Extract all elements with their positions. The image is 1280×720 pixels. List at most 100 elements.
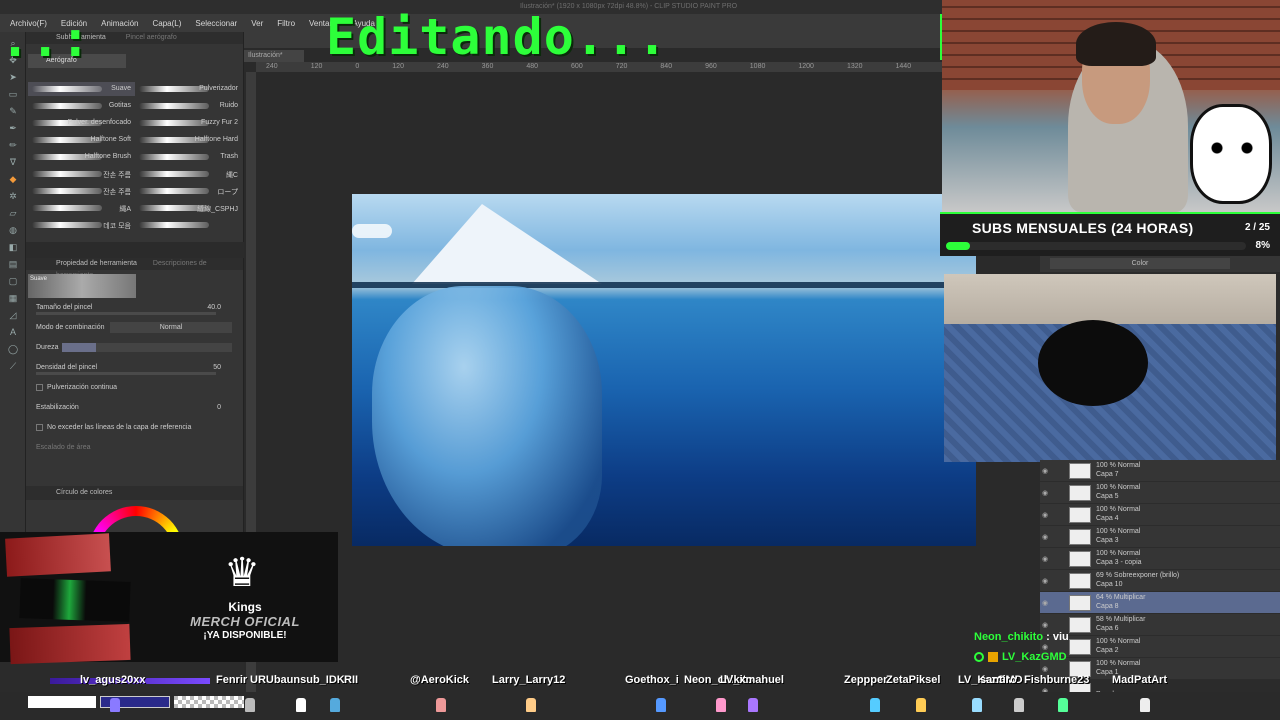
frame-icon[interactable]: ▦ [6, 292, 20, 304]
brush-preview-label: Suave [30, 276, 48, 282]
brush-item[interactable] [135, 218, 242, 232]
continuous-checkbox[interactable] [36, 383, 43, 391]
brush-label: 縫線_CSPHJ [197, 206, 238, 213]
cam-black-cat [1038, 320, 1148, 406]
stabilization-row[interactable]: Estabilización 0 [26, 398, 243, 418]
menu-view[interactable]: Ver [251, 19, 263, 28]
brush-item[interactable]: 縄C [135, 167, 242, 181]
tab-airbrush[interactable]: Pincel aerógrafo [126, 34, 177, 41]
pen-icon[interactable]: ✒ [6, 122, 20, 134]
viewer-avatar-icon [972, 698, 982, 712]
eyedropper-icon[interactable]: ✎ [6, 105, 20, 117]
merch-product-images [5, 533, 140, 665]
document-tab[interactable]: Ilustración* [244, 50, 304, 62]
subs-goal-bar [946, 242, 1246, 250]
brush-item[interactable]: 縫線_CSPHJ [135, 201, 242, 215]
stabilization-value[interactable]: 0 [217, 398, 221, 418]
brush-stroke-preview [32, 188, 102, 194]
viewer-avatar-icon [1058, 698, 1068, 712]
brush-item[interactable]: Gotitas [28, 99, 135, 113]
density-label: Densidad del pincel [36, 364, 98, 371]
artwork-iceberg[interactable] [352, 194, 976, 546]
density-slider[interactable] [36, 372, 216, 375]
layer-thumbnail [1069, 551, 1091, 567]
menu-filter[interactable]: Filtro [277, 19, 295, 28]
color-circle-tab[interactable]: Círculo de colores [26, 486, 243, 500]
layer-visibility-icon[interactable]: ◉ [1042, 599, 1048, 607]
viewer-avatar-icon [1140, 698, 1150, 712]
fill-icon[interactable]: ◧ [6, 241, 20, 253]
brush-item[interactable]: Fuzzy Fur 2 [135, 116, 242, 130]
layer-row[interactable]: ◉ 100 % Normal Capa 7 [1040, 460, 1280, 482]
layer-color-select[interactable]: Color [1050, 258, 1230, 269]
tool-column: ⌕ ✥ ➤ ▭ ✎ ✒ ✏ ᐁ ◆ ✲ ▱ ◍ ◧ ▤ ▢ ▦ ◿ A ◯ ⟋ [0, 32, 26, 532]
layer-row[interactable]: ◉ 100 % Normal Capa 5 [1040, 482, 1280, 504]
brush-size-value[interactable]: 40.0 [207, 298, 221, 318]
chat-username: LV_KazGMD [1002, 651, 1067, 663]
brush-stroke-preview [139, 154, 209, 160]
brush-item[interactable]: Trash [135, 150, 242, 164]
airbrush-icon[interactable]: ◆ [6, 173, 20, 185]
brush-stroke-preview [32, 222, 102, 228]
blend-mode-select[interactable]: Normal [110, 322, 232, 333]
brush-item[interactable]: Halftone Soft [28, 133, 135, 147]
layer-visibility-icon[interactable]: ◉ [1042, 511, 1048, 519]
brush-label: 데코 모음 [103, 223, 131, 230]
gradient-icon[interactable]: ▤ [6, 258, 20, 270]
layer-visibility-icon[interactable]: ◉ [1042, 467, 1048, 475]
hardness-slider[interactable] [62, 343, 232, 352]
layer-row[interactable]: ◉ 64 % Multiplicar Capa 8 [1040, 592, 1280, 614]
blend-icon[interactable]: ◍ [6, 224, 20, 236]
tab-tool-property[interactable]: Propiedad de herramienta [56, 260, 137, 267]
brush-item[interactable]: Suave [28, 82, 135, 96]
decoration-icon[interactable]: ✲ [6, 190, 20, 202]
layer-row[interactable]: ◉ 69 % Sobreexponer (brillo) Capa 10 [1040, 570, 1280, 592]
brush-item[interactable]: Ruido [135, 99, 242, 113]
menu-layer[interactable]: Capa(L) [153, 19, 182, 28]
eraser-icon[interactable]: ▱ [6, 207, 20, 219]
brush-item[interactable]: 잔손 주름 [28, 167, 135, 181]
density-row[interactable]: Densidad del pincel 50 [26, 358, 243, 378]
ruler-icon[interactable]: ◿ [6, 309, 20, 321]
brush-item[interactable]: ロープ [135, 184, 242, 198]
viewer-avatar-icon [245, 698, 255, 712]
layer-thumbnail [1069, 485, 1091, 501]
menu-select[interactable]: Seleccionar [195, 19, 237, 28]
layer-visibility-icon[interactable]: ◉ [1042, 533, 1048, 541]
brush-item[interactable]: Halftone Hard [135, 133, 242, 147]
figure-icon[interactable]: ▢ [6, 275, 20, 287]
brush-list: Suave Pulverizador Gotitas Ruido Pulver. des… [28, 82, 242, 232]
brush-icon[interactable]: ᐁ [6, 156, 20, 168]
layer-visibility-icon[interactable]: ◉ [1042, 489, 1048, 497]
viewer-name: Fishburne23 [1024, 674, 1090, 686]
operation-icon[interactable]: ➤ [6, 71, 20, 83]
brush-item[interactable]: 縄A [28, 201, 135, 215]
transparent-color-swatch[interactable] [174, 696, 244, 708]
continuous-row[interactable]: Pulverización continua [26, 378, 243, 398]
brush-item[interactable]: 잔손 주름 [28, 184, 135, 198]
main-color-swatch[interactable] [28, 696, 96, 708]
brush-item[interactable]: 데코 모음 [28, 218, 135, 232]
brush-item[interactable]: Pulver. desenfocado [28, 116, 135, 130]
ref-layer-checkbox[interactable] [36, 423, 43, 431]
stabilization-label: Estabilización [36, 404, 79, 411]
brush-size-row[interactable]: Tamaño del pincel 40.0 [26, 298, 243, 318]
layer-row[interactable]: ◉ 100 % Normal Capa 4 [1040, 504, 1280, 526]
text-icon[interactable]: A [6, 326, 20, 338]
balloon-icon[interactable]: ◯ [6, 343, 20, 355]
menu-animation[interactable]: Animación [101, 19, 138, 28]
ref-layer-row[interactable]: No exceder las líneas de la capa de refe… [26, 418, 243, 438]
density-value[interactable]: 50 [213, 358, 221, 378]
correct-line-icon[interactable]: ⟋ [6, 360, 20, 372]
brush-item[interactable]: Halftone Brush [28, 150, 135, 164]
chat-line: Neon_chikito : viu [974, 628, 1274, 648]
selection-icon[interactable]: ▭ [6, 88, 20, 100]
viewer-avatar-icon [656, 698, 666, 712]
brush-size-slider[interactable] [36, 312, 216, 315]
brush-item[interactable]: Pulverizador [135, 82, 242, 96]
layer-visibility-icon[interactable]: ◉ [1042, 555, 1048, 563]
layer-row[interactable]: ◉ 100 % Normal Capa 3 [1040, 526, 1280, 548]
pencil-icon[interactable]: ✏ [6, 139, 20, 151]
layer-row[interactable]: ◉ 100 % Normal Capa 3 - copia [1040, 548, 1280, 570]
layer-visibility-icon[interactable]: ◉ [1042, 577, 1048, 585]
